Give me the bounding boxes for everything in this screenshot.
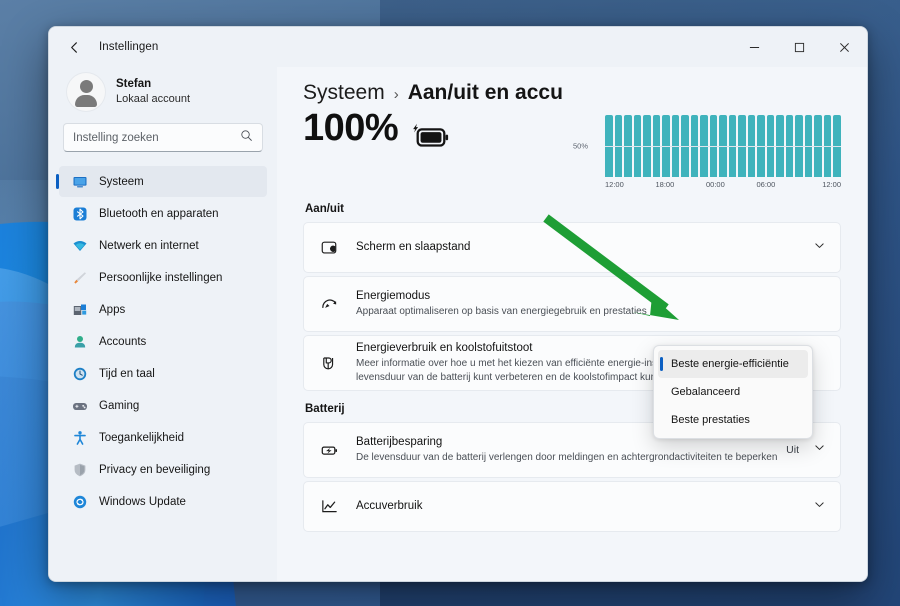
sidebar-item-label: Apps [99,303,126,316]
desktop-background: Instellingen Stefan Lokaal account Inste… [0,0,900,606]
sidebar-item-bluetooth-en-apparaten[interactable]: Bluetooth en apparaten [59,198,267,229]
window-controls [732,27,867,67]
section-title-power: Aan/uit [305,203,344,215]
sidebar: Stefan Lokaal account Systeem [49,67,277,581]
breadcrumb-separator: › [393,86,399,103]
chart-tick: 18:00 [655,180,675,189]
sidebar-item-label: Windows Update [99,495,186,508]
sidebar-item-label: Toegankelijkheid [99,431,185,444]
battery-status-row: 100% 50% 12:00 18:00 00:00 06:00 12:00 [303,107,841,191]
chart-gridlabel-50: 50% [573,141,589,151]
avatar-icon [67,73,105,111]
main-content: Systeem › Aan/uit en accu 100% 50% 12:00… [277,67,867,581]
card-description: Apparaat optimaliseren op basis van ener… [356,306,647,318]
chart-tick: 06:00 [756,180,776,189]
sidebar-nav: Systeem Bluetooth en apparaten Netwerk e… [56,166,267,517]
sidebar-item-label: Bluetooth en apparaten [99,207,219,220]
sidebar-item-label: Privacy en beveiliging [99,463,211,476]
user-profile[interactable]: Stefan Lokaal account [59,67,267,123]
clock-icon [71,365,88,382]
profile-subtitle: Lokaal account [116,93,190,106]
chevron-down-icon[interactable] [813,441,826,459]
energiemodus-dropdown-menu[interactable]: Beste energie-efficiëntie Gebalanceerd B… [653,345,813,439]
shield-icon [71,461,88,478]
settings-window: Instellingen Stefan Lokaal account Inste… [48,26,868,582]
card-title: Energiemodus [356,290,431,303]
card-title: Scherm en slaapstand [356,241,471,254]
sidebar-item-privacy-en-beveiliging[interactable]: Privacy en beveiliging [59,454,267,485]
chart-tick: 00:00 [706,180,725,189]
chart-x-axis: 12:00 18:00 00:00 06:00 12:00 [573,180,841,189]
card-energiemodus[interactable]: Energiemodus Apparaat optimaliseren op b… [303,276,841,332]
maximize-button[interactable] [777,27,822,67]
sidebar-item-persoonlijke-instellingen[interactable]: Persoonlijke instellingen [59,262,267,293]
card-description: De levensduur van de batterij verlengen … [356,452,778,464]
chevron-down-icon[interactable] [813,498,826,516]
battery-charging-icon [412,123,450,154]
breadcrumb-parent[interactable]: Systeem [303,81,385,105]
sidebar-item-label: Gaming [99,399,140,412]
bluetooth-icon [71,205,88,222]
search-input[interactable] [73,131,240,144]
breadcrumb: Systeem › Aan/uit en accu [303,81,841,105]
account-icon [71,333,88,350]
dropdown-option-gebalanceerd[interactable]: Gebalanceerd [658,378,808,406]
sidebar-item-label: Tijd en taal [99,367,155,380]
chart-plot-area: 50% [573,115,841,177]
search-icon [240,129,253,147]
chart-tick: 12:00 [822,180,841,189]
card-accuverbruik[interactable]: Accuverbruik [303,481,841,532]
sidebar-item-toegankelijkheid[interactable]: Toegankelijkheid [59,422,267,453]
battery-saver-value: Uit [786,444,799,456]
apps-icon [71,301,88,318]
monitor-icon [71,173,88,190]
window-title: Instellingen [99,41,159,53]
power-mode-icon [318,295,340,314]
update-icon [71,493,88,510]
chevron-down-icon[interactable] [813,239,826,257]
close-button[interactable] [822,27,867,67]
chart-tick: 12:00 [605,180,624,189]
window-titlebar: Instellingen [49,27,867,67]
sidebar-item-accounts[interactable]: Accounts [59,326,267,357]
chart-gridline-50 [605,146,841,147]
screen-sleep-icon [318,239,340,257]
sidebar-item-windows-update[interactable]: Windows Update [59,486,267,517]
dropdown-option-label: Beste prestaties [671,414,750,426]
sidebar-item-systeem[interactable]: Systeem [56,166,267,197]
battery-saver-icon [318,441,340,460]
paintbrush-icon [71,269,88,286]
dropdown-option-beste-prestaties[interactable]: Beste prestaties [658,406,808,434]
wifi-icon [71,237,88,254]
chart-line-icon [318,497,340,516]
leaf-icon [318,354,340,373]
dropdown-option-beste-energie-efficientie[interactable]: Beste energie-efficiëntie [658,350,808,378]
page-title: Aan/uit en accu [407,81,563,104]
minimize-button[interactable] [732,27,777,67]
profile-name: Stefan [116,77,152,90]
back-arrow-icon[interactable] [59,32,89,62]
card-title: Accuverbruik [356,500,423,513]
sidebar-item-label: Accounts [99,335,147,348]
sidebar-item-label: Netwerk en internet [99,239,199,252]
accessibility-icon [71,429,88,446]
sidebar-item-apps[interactable]: Apps [59,294,267,325]
dropdown-option-label: Gebalanceerd [671,386,741,398]
sidebar-item-label: Persoonlijke instellingen [99,271,223,284]
search-box[interactable] [63,123,263,152]
sidebar-item-label: Systeem [99,175,144,188]
gamepad-icon [71,397,88,414]
dropdown-option-label: Beste energie-efficiëntie [671,358,789,370]
sidebar-item-netwerk-en-internet[interactable]: Netwerk en internet [59,230,267,261]
sidebar-item-gaming[interactable]: Gaming [59,390,267,421]
battery-history-chart: 50% 12:00 18:00 00:00 06:00 12:00 [573,115,841,189]
sidebar-item-tijd-en-taal[interactable]: Tijd en taal [59,358,267,389]
card-scherm-en-slaapstand[interactable]: Scherm en slaapstand [303,222,841,273]
battery-percentage: 100% [303,107,399,149]
